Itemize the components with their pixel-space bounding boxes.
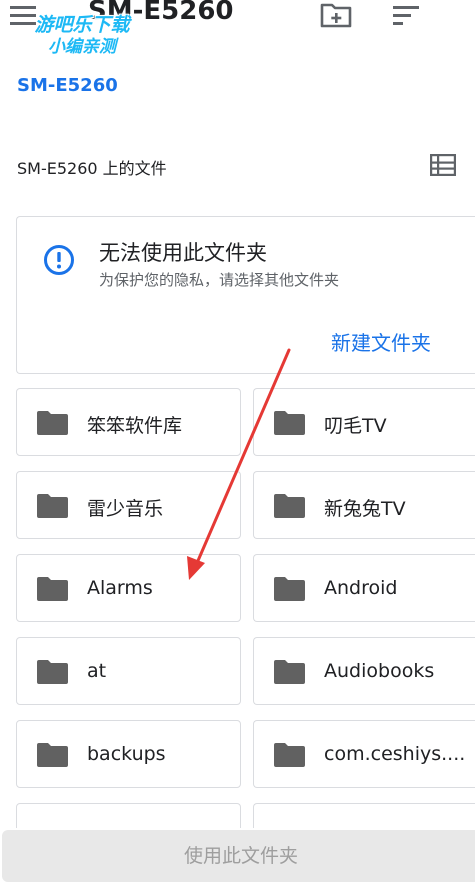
folder-name: 新兔兔TV (324, 498, 406, 520)
folder-icon (274, 660, 305, 684)
folder-name: Audiobooks (324, 660, 435, 682)
folder-icon (274, 577, 305, 601)
folder-icon (37, 660, 68, 684)
folder-icon (274, 743, 305, 767)
folder-item[interactable]: com.ceshiys.... (253, 720, 475, 788)
folder-name: backups (87, 743, 166, 765)
sort-icon[interactable] (393, 5, 419, 27)
bottom-action-bar: 使用此文件夹 (0, 828, 475, 882)
folder-item[interactable]: backups (16, 720, 241, 788)
folder-icon (37, 411, 68, 435)
folder-name: Android (324, 577, 398, 599)
folder-icon (274, 411, 305, 435)
folder-icon (37, 494, 68, 518)
folder-item[interactable]: Alarms (16, 554, 241, 622)
folder-item[interactable]: 雷少音乐 (16, 471, 241, 539)
folder-icon (37, 577, 68, 601)
restricted-title: 无法使用此文件夹 (99, 241, 267, 265)
use-this-folder-button[interactable]: 使用此文件夹 (2, 830, 475, 882)
folder-name: Alarms (87, 577, 153, 599)
top-app-bar: SM-E5260 (0, 0, 475, 40)
app-title: SM-E5260 (88, 0, 234, 26)
folder-name: at (87, 660, 107, 682)
folder-name: 笨笨软件库 (87, 415, 183, 437)
breadcrumb-root[interactable]: SM-E5260 (17, 75, 118, 96)
folder-item[interactable]: 叨毛TV (253, 388, 475, 456)
folder-item[interactable]: Android (253, 554, 475, 622)
restricted-description: 为保护您的隐私，请选择其他文件夹 (99, 271, 340, 289)
folder-name: com.ceshiys.... (324, 743, 464, 765)
folder-restricted-card: 无法使用此文件夹 为保护您的隐私，请选择其他文件夹 新建文件夹 (16, 216, 475, 374)
folder-icon (37, 743, 68, 767)
folder-icon (274, 494, 305, 518)
folder-item[interactable]: at (16, 637, 241, 705)
folder-name: 雷少音乐 (87, 498, 164, 520)
folder-name: 叨毛TV (324, 415, 387, 437)
folder-item[interactable]: 笨笨软件库 (16, 388, 241, 456)
create-new-folder-icon[interactable] (320, 2, 352, 28)
folder-item[interactable]: 新兔兔TV (253, 471, 475, 539)
section-title: SM-E5260 上的文件 (17, 159, 167, 178)
new-folder-button[interactable]: 新建文件夹 (331, 327, 431, 356)
folder-item[interactable]: Audiobooks (253, 637, 475, 705)
menu-icon[interactable] (10, 6, 36, 26)
info-icon (44, 245, 74, 275)
list-view-icon[interactable] (430, 154, 456, 176)
